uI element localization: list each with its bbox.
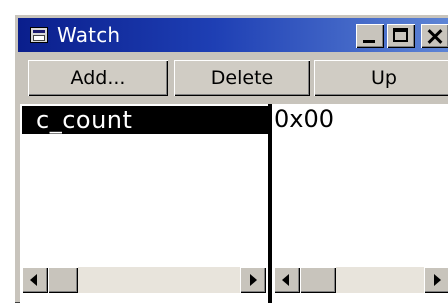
scroll-right-arrow-icon[interactable]: [424, 267, 448, 293]
value-pane-horizontal-scrollbar[interactable]: [274, 267, 448, 293]
close-button[interactable]: [421, 24, 448, 48]
scroll-left-arrow-icon[interactable]: [22, 267, 48, 293]
delete-button[interactable]: Delete: [174, 60, 310, 96]
watch-row-value[interactable]: 0x00: [274, 105, 334, 133]
title-bar[interactable]: Watch: [18, 18, 448, 52]
scroll-right-arrow-icon[interactable]: [240, 267, 266, 293]
scrollbar-thumb[interactable]: [300, 267, 336, 293]
minimize-button[interactable]: [356, 24, 384, 48]
watch-window-icon[interactable]: [30, 27, 48, 43]
scroll-left-arrow-icon[interactable]: [274, 267, 300, 293]
toolbar: Add... Delete Up: [18, 60, 448, 98]
up-button[interactable]: Up: [314, 60, 448, 96]
watch-row-name[interactable]: c_count: [22, 106, 268, 134]
watch-value-pane[interactable]: 0x00: [272, 104, 448, 303]
add-button[interactable]: Add...: [28, 60, 168, 96]
window-title: Watch: [57, 23, 121, 47]
watch-window: Watch Add... Delete Up c_count 0x00: [14, 14, 448, 303]
name-pane-horizontal-scrollbar[interactable]: [22, 267, 266, 293]
maximize-button[interactable]: [387, 24, 415, 48]
watch-name-pane[interactable]: c_count: [20, 104, 272, 303]
scrollbar-thumb[interactable]: [48, 267, 78, 293]
